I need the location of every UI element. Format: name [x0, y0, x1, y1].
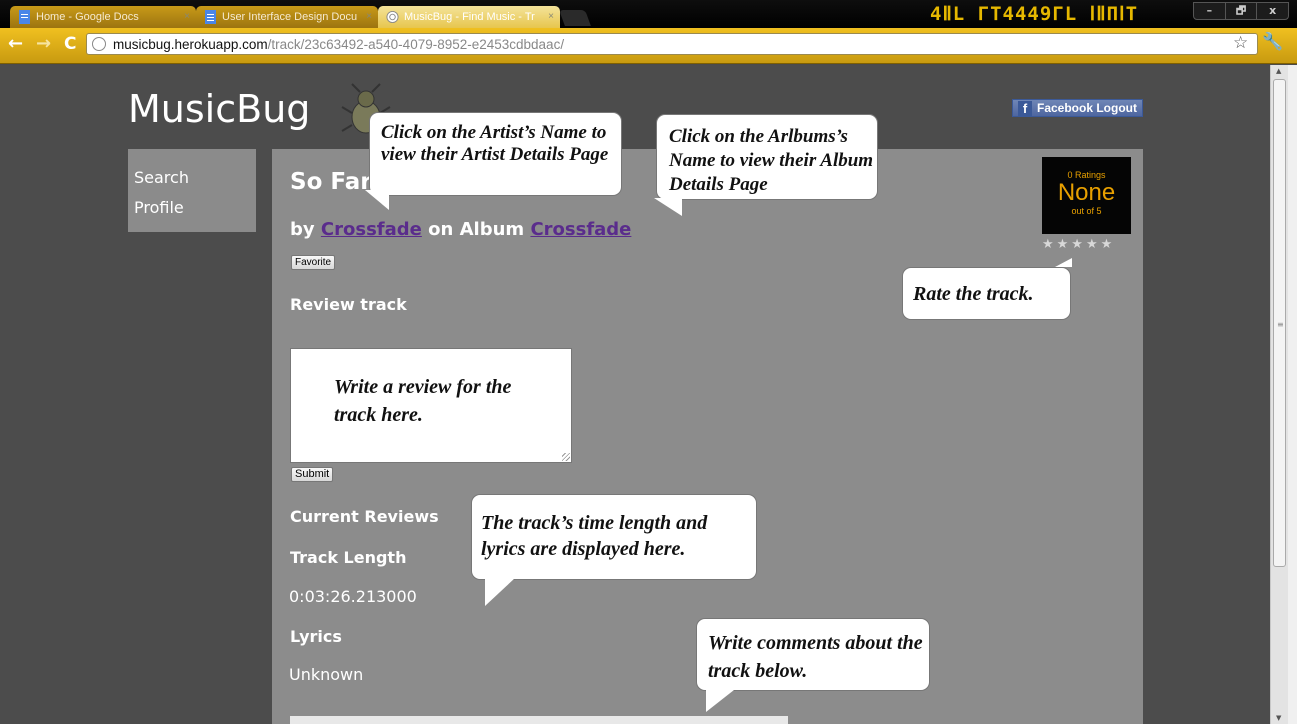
tab-label: User Interface Design Docu [222, 11, 358, 23]
submit-button[interactable]: Submit [291, 467, 334, 482]
close-icon[interactable]: × [548, 6, 554, 28]
callout-rate-tail [1055, 258, 1072, 267]
callout-length-lyrics: The track’s time length and lyrics are d… [471, 494, 757, 580]
album-link[interactable]: Crossfade [530, 219, 631, 240]
close-icon[interactable]: × [366, 6, 372, 28]
tab-label: MusicBug - Find Music - Tr [404, 11, 535, 23]
site-logo-text[interactable]: MusicBug [128, 87, 310, 131]
forward-arrow-icon[interactable]: → [36, 34, 51, 54]
wrench-icon[interactable]: 🔧 [1262, 32, 1283, 52]
reload-icon[interactable]: C [64, 34, 76, 54]
callout-artist: Click on the Artist’s Name to view their… [369, 112, 622, 196]
callout-comments: Write comments about the track below. [696, 618, 930, 691]
scroll-down-arrow-icon[interactable]: ▼ [1276, 714, 1281, 722]
on-album-label: on Album [428, 219, 525, 240]
callout-length-lyrics-tail [485, 578, 515, 606]
by-label: by [290, 219, 315, 240]
minimize-button[interactable]: – [1194, 3, 1226, 19]
grip-icon: ≡ [1277, 320, 1284, 329]
track-length-heading: Track Length [290, 548, 407, 567]
lyrics-value: Unknown [289, 665, 364, 684]
globe-icon [92, 37, 106, 51]
facebook-logout-label: Facebook Logout [1037, 101, 1137, 115]
url-text[interactable]: musicbug.herokuapp.com/track/23c63492-a5… [113, 36, 564, 53]
window-controls: – 🗗 x [1193, 2, 1289, 20]
comment-input[interactable] [290, 716, 788, 724]
window-edge [1288, 65, 1297, 724]
track-byline: by Crossfade on Album Crossfade [290, 219, 631, 240]
url-host: musicbug.herokuapp.com [113, 37, 268, 52]
bookmark-star-icon[interactable]: ☆ [1233, 33, 1248, 53]
rating-scale: out of 5 [1071, 206, 1102, 216]
callout-review: Write a review for the track here. [322, 368, 522, 430]
browser-toolbar: ← → C musicbug.herokuapp.com/track/23c63… [0, 28, 1297, 64]
rating-value: None [1057, 179, 1116, 206]
address-bar[interactable]: musicbug.herokuapp.com/track/23c63492-a5… [86, 33, 1258, 55]
star-rating-input[interactable]: ★★★★★ [1042, 237, 1134, 252]
url-path: /track/23c63492-a540-4079-8952-e2453cdbd… [267, 37, 565, 52]
close-icon[interactable]: × [184, 6, 190, 28]
vertical-scrollbar[interactable]: ▲ ≡ ▼ [1270, 65, 1288, 724]
scrollbar-thumb[interactable]: ≡ [1273, 79, 1286, 567]
scroll-up-arrow-icon[interactable]: ▲ [1276, 67, 1281, 75]
callout-comments-tail [706, 690, 734, 712]
tab-musicbug[interactable]: MusicBug - Find Music - Tr × [378, 6, 560, 28]
lyrics-heading: Lyrics [290, 627, 342, 646]
docs-icon [19, 10, 30, 24]
callout-album-tail [654, 198, 682, 216]
back-arrow-icon[interactable]: ← [8, 34, 23, 54]
track-length-value: 0:03:26.213000 [289, 587, 417, 606]
sidebar-item-search[interactable]: Search [134, 163, 256, 193]
page-viewport: MusicBug f Facebook Logout Search Profil… [0, 65, 1270, 724]
loading-globe-icon [386, 10, 399, 24]
sidebar-nav: Search Profile [128, 149, 256, 232]
review-heading: Review track [290, 295, 407, 314]
rating-summary: 0 Ratings None out of 5 [1042, 157, 1131, 234]
favorite-button[interactable]: Favorite [291, 255, 336, 270]
tab-ui-design-doc[interactable]: User Interface Design Docu × [196, 6, 378, 28]
callout-artist-tail [365, 190, 389, 210]
close-window-button[interactable]: x [1257, 3, 1288, 19]
tab-google-docs[interactable]: Home - Google Docs × [10, 6, 196, 28]
artist-link[interactable]: Crossfade [321, 219, 422, 240]
new-tab-button[interactable] [559, 10, 591, 26]
resize-grip-icon[interactable] [562, 453, 570, 461]
sidebar-item-profile[interactable]: Profile [134, 193, 256, 223]
callout-rate: Rate the track. [902, 267, 1071, 320]
facebook-icon: f [1018, 101, 1032, 116]
current-reviews-heading: Current Reviews [290, 507, 439, 526]
facebook-logout-button[interactable]: f Facebook Logout [1012, 99, 1143, 117]
callout-album: Click on the Arlbums’s Name to view thei… [656, 114, 878, 200]
theme-decoration-text: 4ⅡL ΓΤ4449ΓL ⅠⅡΠⅠΤ [930, 3, 1139, 25]
document-icon [205, 10, 216, 24]
maximize-button[interactable]: 🗗 [1226, 3, 1258, 19]
tab-label: Home - Google Docs [36, 11, 139, 23]
browser-titlebar: Home - Google Docs × User Interface Desi… [0, 0, 1297, 28]
track-title: So Far [290, 169, 372, 195]
